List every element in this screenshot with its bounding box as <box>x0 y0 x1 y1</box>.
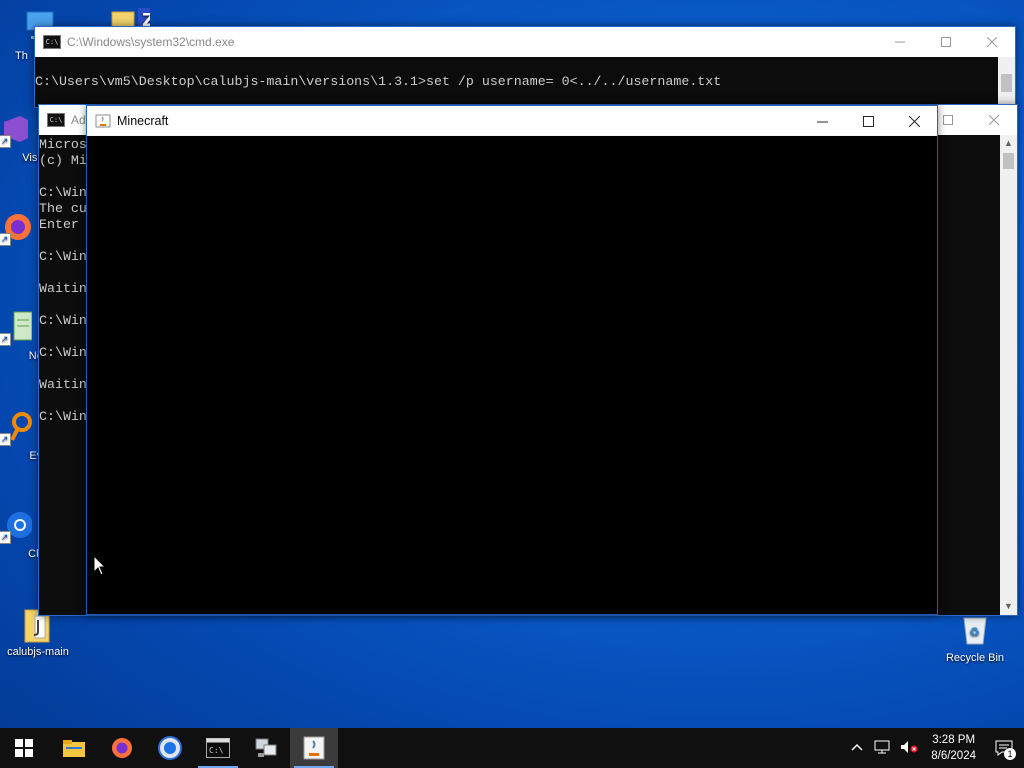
admin-console-line: Waitin <box>39 281 87 296</box>
minecraft-window-title: Minecraft <box>117 114 169 128</box>
everything-icon: ↗ <box>0 410 32 446</box>
firefox-icon <box>112 738 132 758</box>
chrome-icon: ↗ <box>0 508 33 544</box>
action-center-button[interactable]: 1 <box>984 728 1024 768</box>
firefox-icon: ↗ <box>0 210 32 246</box>
minecraft-titlebar[interactable]: Minecraft <box>87 106 937 136</box>
admin-console-line: C:\Win <box>39 249 87 264</box>
cmd-icon: C:\ <box>43 35 61 49</box>
show-hidden-icons-chevron-icon[interactable] <box>851 742 863 754</box>
close-button[interactable] <box>971 105 1017 135</box>
admin-console-line: C:\Win <box>39 185 87 200</box>
close-button[interactable] <box>891 106 937 136</box>
admin-scrollbar[interactable]: ▲ ▼ <box>1000 135 1017 615</box>
shortcut-arrow-icon: ↗ <box>0 433 11 446</box>
close-button[interactable] <box>969 27 1015 57</box>
svg-text:♻: ♻ <box>969 625 980 639</box>
shortcut-arrow-icon: ↗ <box>0 135 11 148</box>
cmd-icon: C:\ <box>47 113 65 127</box>
scroll-up-arrow-icon[interactable]: ▲ <box>1000 135 1017 152</box>
admin-console-line: C:\Win <box>39 313 87 328</box>
notification-count-badge: 1 <box>1004 748 1016 760</box>
admin-console-line: Waitin <box>39 377 87 392</box>
admin-console-line: Enter <box>39 217 79 232</box>
chrome-icon <box>158 736 182 760</box>
admin-console-line <box>39 169 87 185</box>
admin-console-line: (c) Mi <box>39 153 87 168</box>
admin-console-line <box>39 297 87 313</box>
taskbar-command-prompt[interactable]: C:\ <box>194 728 242 768</box>
cmd-console-line: C:\Users\vm5\Desktop\calubjs-main\versio… <box>35 74 722 89</box>
command-prompt-icon: C:\ <box>206 738 230 758</box>
maximize-button[interactable] <box>845 106 891 136</box>
minimize-button[interactable] <box>799 106 845 136</box>
cmd-scroll-thumb[interactable] <box>1001 74 1012 92</box>
admin-console-line <box>39 329 87 345</box>
start-button[interactable] <box>0 728 48 768</box>
network-icon[interactable] <box>874 740 890 757</box>
taskbar-firefox[interactable] <box>98 728 146 768</box>
clock-date: 8/6/2024 <box>931 750 976 762</box>
cmd-scrollbar[interactable] <box>998 57 1015 107</box>
java-icon <box>95 113 111 129</box>
admin-console-line: Micros <box>39 137 87 152</box>
notepad-icon: ↗ <box>0 310 33 346</box>
java-icon <box>303 736 325 760</box>
cmd-window-title: C:\Windows\system32\cmd.exe <box>67 35 235 49</box>
scroll-down-arrow-icon[interactable]: ▼ <box>1000 598 1017 615</box>
minecraft-content[interactable] <box>87 136 937 614</box>
admin-console-line: C:\Win <box>39 409 87 424</box>
admin-console-line <box>39 361 87 377</box>
visual-studio-icon: ↗ <box>0 112 32 148</box>
cmd-titlebar[interactable]: C:\ C:\Windows\system32\cmd.exe <box>35 27 1015 57</box>
taskbar-chrome[interactable] <box>146 728 194 768</box>
system-tray: 3:28 PM 8/6/2024 1 <box>845 728 1024 768</box>
shortcut-arrow-icon: ↗ <box>0 333 11 346</box>
maximize-button[interactable] <box>923 27 969 57</box>
minecraft-window[interactable]: Minecraft <box>86 105 938 615</box>
network-computers-icon <box>255 738 277 757</box>
clock[interactable]: 3:28 PM 8/6/2024 <box>931 732 976 764</box>
svg-text:C:\: C:\ <box>209 746 224 755</box>
admin-console-line <box>39 393 87 409</box>
clock-time: 3:28 PM <box>932 734 976 746</box>
mouse-cursor-icon <box>93 555 107 576</box>
taskbar-network-app[interactable] <box>242 728 290 768</box>
taskbar-file-explorer[interactable] <box>50 728 98 768</box>
shortcut-arrow-icon: ↗ <box>0 233 11 246</box>
desktop-icon-recycle-bin[interactable]: ♻ Recycle Bin <box>938 612 1012 664</box>
desktop-icon-label: calubjs-main <box>7 646 69 658</box>
volume-muted-icon[interactable] <box>900 740 918 757</box>
recycle-bin-icon: ♻ <box>958 612 992 646</box>
admin-scroll-thumb[interactable] <box>1003 153 1014 169</box>
minimize-button[interactable] <box>877 27 923 57</box>
shortcut-arrow-icon: ↗ <box>0 531 11 544</box>
admin-console-line <box>39 265 87 281</box>
desktop-icon-label: Recycle Bin <box>945 652 1005 664</box>
admin-console-output: Micros (c) Mi C:\Win The cu Enter C:\Win Wa… <box>39 137 87 425</box>
admin-console-line: The cu <box>39 201 87 216</box>
admin-console-line: C:\Win <box>39 345 87 360</box>
cmd-window[interactable]: C:\ C:\Windows\system32\cmd.exe C:\Users… <box>34 26 1016 108</box>
taskbar-java-minecraft[interactable] <box>290 728 338 768</box>
taskbar: C:\ 3:28 PM 8/6/2024 1 <box>0 728 1024 768</box>
file-explorer-icon <box>63 740 85 757</box>
windows-logo-icon <box>15 739 33 757</box>
admin-console-line <box>39 233 87 249</box>
